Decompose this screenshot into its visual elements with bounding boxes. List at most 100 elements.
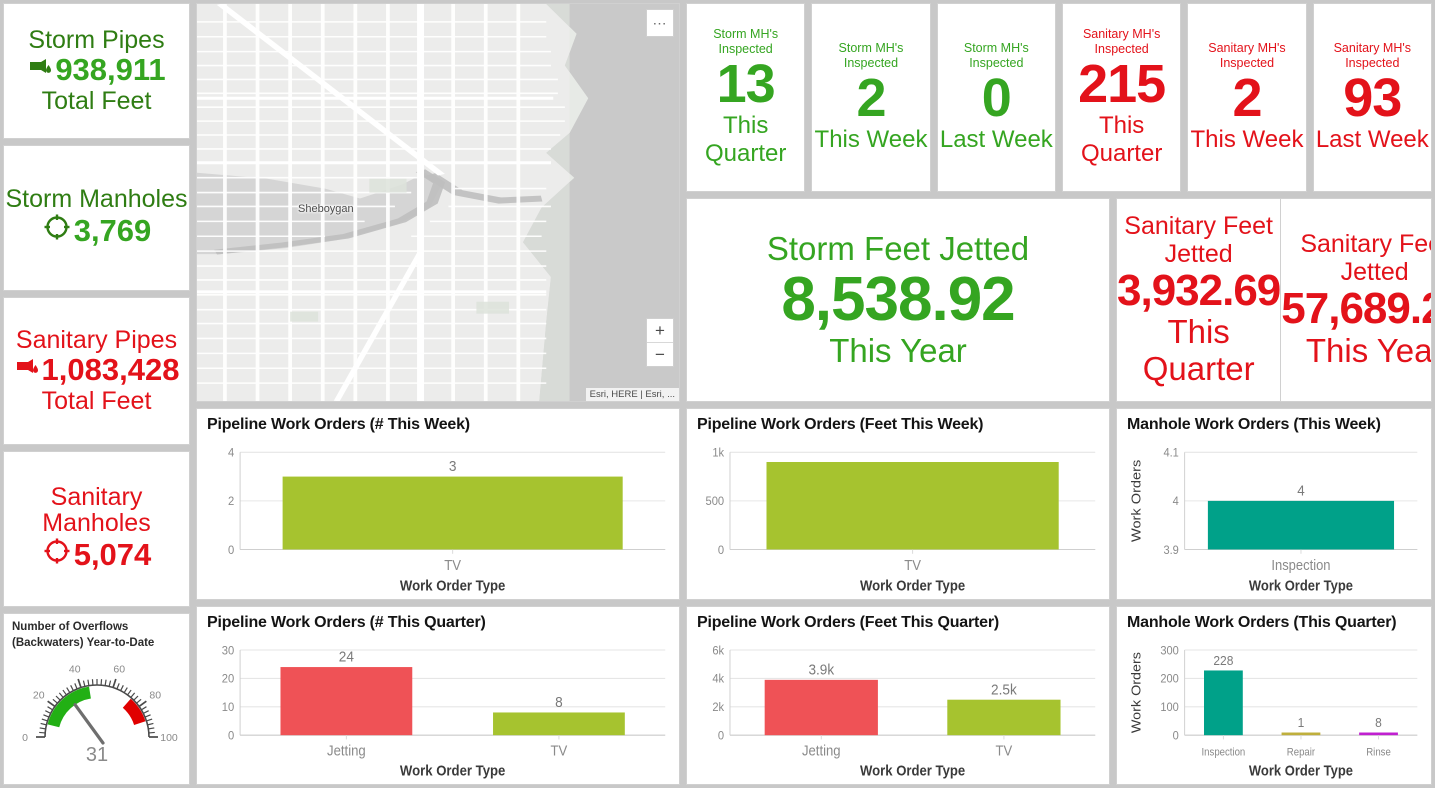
svg-text:4: 4 xyxy=(228,445,235,460)
svg-text:Work Order Type: Work Order Type xyxy=(400,577,506,594)
overflow-gauge-title-line1: Number of Overflows xyxy=(12,621,129,633)
kpi-card-storm-week[interactable]: Storm MH's Inspected 2 This Week xyxy=(811,3,931,192)
storm-pipes-card[interactable]: Storm Pipes 938,911 Total Feet xyxy=(3,3,190,139)
jetted-bottom-label: This Year xyxy=(1305,331,1432,369)
kpi-card-sanitary-lastweek[interactable]: Sanitary MH's Inspected 93 Last Week xyxy=(1312,3,1432,192)
jetted-bottom-label: This Quarter xyxy=(1142,313,1255,388)
kpi-top-label: Sanitary MH's Inspected xyxy=(1208,41,1286,71)
svg-text:2: 2 xyxy=(228,494,234,509)
storm-pipes-value-row: 938,911 xyxy=(27,52,166,88)
kpi-card-storm-quarter[interactable]: Storm MH's Inspected 13 This Quarter xyxy=(686,3,806,192)
sanitary-manholes-label: Sanitary Manholes xyxy=(42,482,151,538)
svg-text:Inspection: Inspection xyxy=(1271,557,1330,573)
svg-text:100: 100 xyxy=(1160,701,1179,715)
map-attribution: Esri, HERE | Esri, ... xyxy=(585,388,679,401)
map-basemap xyxy=(197,4,679,401)
storm-pipes-sublabel: Total Feet xyxy=(41,86,152,115)
svg-text:80: 80 xyxy=(149,690,161,702)
chart-card-manhole-week[interactable]: Manhole Work Orders (This Week) 3.9 4 4.1 4… xyxy=(1116,408,1432,600)
svg-text:Rinse: Rinse xyxy=(1366,747,1391,759)
storm-pipes-value: 938,911 xyxy=(55,52,166,88)
svg-text:TV: TV xyxy=(996,743,1014,759)
storm-manholes-label: Storm Manholes xyxy=(5,185,188,214)
dashboard-root: Storm Pipes 938,911 Total Feet Storm Man… xyxy=(0,0,1435,788)
svg-text:24: 24 xyxy=(339,649,354,666)
map-canvas[interactable]: Sheboygan ⋯ + − Esri, HERE | Esri, ... xyxy=(197,4,679,401)
chart-card-pipeline-count-week[interactable]: Pipeline Work Orders (# This Week) 0 2 4 3 T… xyxy=(196,408,680,600)
kpi-card-sanitary-quarter[interactable]: Sanitary MH's Inspected 215 This Quarter xyxy=(1061,3,1182,192)
kpi-card-storm-lastweek[interactable]: Storm MH's Inspected 0 Last Week xyxy=(936,3,1056,192)
svg-text:Repair: Repair xyxy=(1287,747,1316,759)
storm-manholes-value-row: 3,769 xyxy=(42,212,151,250)
svg-text:Work Order Type: Work Order Type xyxy=(1249,578,1353,594)
jetted-value: 3,932.69 xyxy=(1117,265,1281,315)
svg-text:30: 30 xyxy=(222,644,235,658)
svg-text:Work Order Type: Work Order Type xyxy=(860,577,965,594)
svg-text:10: 10 xyxy=(222,701,235,715)
overflow-gauge-title-line2: (Backwaters) Year-to-Date xyxy=(12,636,155,649)
svg-text:2k: 2k xyxy=(712,701,724,715)
storm-feet-jetted-card[interactable]: Storm Feet Jetted 8,538.92 This Year xyxy=(686,198,1110,402)
svg-text:3.9: 3.9 xyxy=(1163,543,1178,557)
svg-text:31: 31 xyxy=(85,744,107,766)
svg-text:500: 500 xyxy=(706,494,725,509)
kpi-value: 215 xyxy=(1078,54,1166,115)
sanitary-pipes-sublabel: Total Feet xyxy=(41,386,152,415)
svg-text:4.1: 4.1 xyxy=(1163,446,1178,460)
map-options-ellipsis-icon[interactable]: ⋯ xyxy=(646,9,674,37)
svg-text:Jetting: Jetting xyxy=(802,743,841,759)
sanitary-jetted-pair: Sanitary Feet Jetted 3,932.69 This Quart… xyxy=(1116,198,1432,402)
chart-card-manhole-quarter[interactable]: Manhole Work Orders (This Quarter) 0 100 2… xyxy=(1116,606,1432,785)
jetted-bottom-label: This Year xyxy=(829,331,967,369)
svg-text:0: 0 xyxy=(22,732,28,744)
kpi-bottom-label: Last Week xyxy=(1315,126,1429,154)
kpi-bottom-label: This Quarter xyxy=(1080,112,1163,168)
overflow-gauge-card[interactable]: Number of Overflows (Backwaters) Year-to… xyxy=(3,613,190,785)
svg-text:4k: 4k xyxy=(712,672,724,686)
chart-card-pipeline-feet-week[interactable]: Pipeline Work Orders (Feet This Week) 0 5… xyxy=(686,408,1110,600)
svg-text:20: 20 xyxy=(32,690,44,702)
sanitary-pipes-value: 1,083,428 xyxy=(41,352,180,388)
chart-card-pipeline-count-quarter[interactable]: Pipeline Work Orders (# This Quarter) 0 1… xyxy=(196,606,680,785)
pipe-droplet-icon xyxy=(14,353,40,388)
svg-text:228: 228 xyxy=(1213,654,1233,669)
kpi-top-label: Sanitary MH's Inspected xyxy=(1333,41,1411,71)
manhole-target-icon xyxy=(42,536,72,574)
manhole-target-icon xyxy=(42,212,72,250)
map-widget[interactable]: Sheboygan ⋯ + − Esri, HERE | Esri, ... xyxy=(196,3,680,402)
svg-text:0: 0 xyxy=(228,729,235,743)
map-zoom-controls[interactable]: + − xyxy=(646,318,674,367)
kpi-top-label: Storm MH's Inspected xyxy=(838,41,904,71)
storm-manholes-card[interactable]: Storm Manholes 3,769 xyxy=(3,145,190,291)
sanitary-manholes-card[interactable]: Sanitary Manholes 5,074 xyxy=(3,451,190,607)
svg-text:Work Order Type: Work Order Type xyxy=(400,763,506,779)
chart-card-pipeline-feet-quarter[interactable]: Pipeline Work Orders (Feet This Quarter)… xyxy=(686,606,1110,785)
kpi-value: 93 xyxy=(1343,68,1402,129)
svg-text:TV: TV xyxy=(904,556,921,573)
sanitary-feet-jetted-year-card[interactable]: Sanitary Feet Jetted 57,689.28 This Year xyxy=(1281,199,1432,401)
sanitary-pipes-card[interactable]: Sanitary Pipes 1,083,428 Total Feet xyxy=(3,297,190,445)
chart-plot-area: 0 500 1k TV Work Order Type xyxy=(695,435,1103,597)
chart-title: Pipeline Work Orders (Feet This Week) xyxy=(697,416,984,433)
map-city-label: Sheboygan xyxy=(298,203,354,215)
chart-title: Manhole Work Orders (This Week) xyxy=(1127,416,1381,433)
chart-title: Pipeline Work Orders (# This Week) xyxy=(207,416,470,433)
svg-text:1: 1 xyxy=(1298,716,1305,731)
sanitary-feet-jetted-quarter-card[interactable]: Sanitary Feet Jetted 3,932.69 This Quart… xyxy=(1117,199,1281,401)
svg-text:8: 8 xyxy=(555,695,563,712)
left-summary-column: Storm Pipes 938,911 Total Feet Storm Man… xyxy=(0,0,193,788)
svg-text:6k: 6k xyxy=(712,644,724,658)
svg-text:TV: TV xyxy=(444,556,462,573)
kpi-top-label: Sanitary MH's Inspected xyxy=(1082,27,1161,57)
map-zoom-in-button[interactable]: + xyxy=(647,319,673,343)
chart-plot-area: 0 2k 4k 6k 3.9k Jetting 2.5k TV Work Order Type xyxy=(695,633,1103,782)
svg-text:60: 60 xyxy=(113,664,125,676)
map-zoom-out-button[interactable]: − xyxy=(647,343,673,366)
svg-text:40: 40 xyxy=(68,664,80,676)
chart-plot-area: 0 10 20 30 24 Jetting 8 TV Work Order Type xyxy=(205,633,673,782)
chart-plot-area: 3.9 4 4.1 4 Inspection Work Order Type Work Or… xyxy=(1125,435,1425,597)
svg-text:300: 300 xyxy=(1160,644,1179,658)
svg-text:Inspection: Inspection xyxy=(1202,747,1246,759)
kpi-card-sanitary-week[interactable]: Sanitary MH's Inspected 2 This Week xyxy=(1187,3,1307,192)
svg-text:200: 200 xyxy=(1160,672,1179,686)
